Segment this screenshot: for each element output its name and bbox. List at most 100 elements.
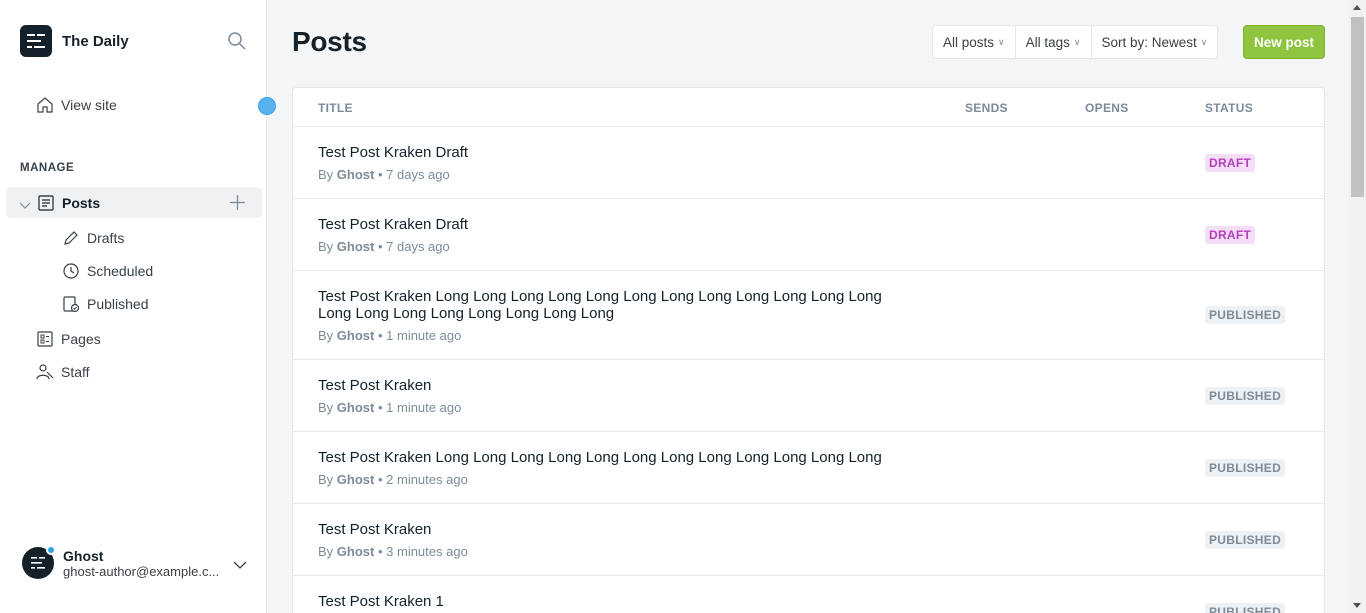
add-post-icon[interactable] <box>228 193 247 212</box>
post-title[interactable]: Test Post Kraken Long Long Long Long Lon… <box>318 288 918 322</box>
status-badge: PUBLISHED <box>1205 387 1286 405</box>
post-time: • 1 minute ago <box>377 328 462 343</box>
user-menu[interactable]: Ghost ghost-author@example.c... <box>22 545 223 579</box>
sidebar-item-pages[interactable]: Pages <box>36 330 101 348</box>
status-badge: DRAFT <box>1205 226 1256 244</box>
post-time: • 2 minutes ago <box>377 472 468 487</box>
post-meta: By Ghost • 1 minute ago <box>318 400 461 415</box>
by-label: By <box>318 544 334 559</box>
clock-icon <box>62 262 80 280</box>
table-row[interactable]: Test Post Kraken Draft By Ghost • 7 days… <box>293 199 1324 271</box>
post-author: Ghost <box>336 472 375 487</box>
table-row[interactable]: Test Post Kraken 1 PUBLISHED <box>293 576 1324 613</box>
table-row[interactable]: Test Post Kraken By Ghost • 3 minutes ag… <box>293 504 1324 576</box>
post-time: • 1 minute ago <box>377 400 462 415</box>
filter-type-dropdown[interactable]: All posts ∨ <box>933 26 1016 58</box>
post-author: Ghost <box>336 167 375 182</box>
page-title: Posts <box>292 26 367 57</box>
sidebar-item-posts-label: Posts <box>62 195 101 211</box>
status-badge: PUBLISHED <box>1205 603 1286 613</box>
post-author: Ghost <box>336 239 375 254</box>
chevron-down-icon: ∨ <box>998 36 1005 47</box>
filter-tags-dropdown[interactable]: All tags ∨ <box>1016 26 1092 58</box>
by-label: By <box>318 239 334 254</box>
page-scrollbar[interactable] <box>1349 0 1366 613</box>
avatar <box>22 545 56 579</box>
post-title[interactable]: Test Post Kraken <box>318 377 918 394</box>
chevron-down-icon: ∨ <box>1073 36 1081 47</box>
status-badge: DRAFT <box>1205 154 1256 172</box>
post-title[interactable]: Test Post Kraken <box>318 521 918 538</box>
pencil-icon <box>62 229 80 247</box>
post-meta: By Ghost • 7 days ago <box>318 167 450 182</box>
pages-icon <box>36 330 54 348</box>
column-title[interactable]: TITLE <box>318 101 353 115</box>
post-title[interactable]: Test Post Kraken 1 <box>318 593 918 610</box>
status-dot <box>46 545 56 555</box>
table-row[interactable]: Test Post Kraken Draft By Ghost • 7 days… <box>293 127 1324 199</box>
status-badge: PUBLISHED <box>1205 306 1286 324</box>
sidebar-item-posts[interactable]: Posts <box>37 194 100 212</box>
table-row[interactable]: Test Post Kraken Long Long Long Long Lon… <box>293 271 1324 360</box>
scroll-up-arrow-icon[interactable] <box>1353 5 1361 10</box>
column-status[interactable]: STATUS <box>1205 101 1253 115</box>
post-author: Ghost <box>336 328 375 343</box>
post-time: • 3 minutes ago <box>377 544 468 559</box>
post-meta: By Ghost • 2 minutes ago <box>318 472 468 487</box>
chevron-down-icon: ∨ <box>1200 36 1208 47</box>
by-label: By <box>318 328 334 343</box>
sidebar-item-drafts-label: Drafts <box>87 230 125 246</box>
published-icon <box>62 295 80 313</box>
status-badge: PUBLISHED <box>1205 531 1286 549</box>
post-meta: By Ghost • 1 minute ago <box>318 328 461 343</box>
by-label: By <box>318 472 334 487</box>
notification-dot[interactable] <box>258 97 276 115</box>
sidebar-item-published-label: Published <box>87 296 149 312</box>
manage-heading: MANAGE <box>20 162 75 174</box>
user-email: ghost-author@example.c... <box>63 563 220 579</box>
search-icon[interactable] <box>227 31 247 51</box>
table-row[interactable]: Test Post Kraken Long Long Long Long Lon… <box>293 432 1324 504</box>
brand-name: The Daily <box>62 32 129 50</box>
post-title[interactable]: Test Post Kraken Long Long Long Long Lon… <box>318 449 938 466</box>
posts-icon <box>37 194 55 212</box>
new-post-button[interactable]: New post <box>1243 25 1325 59</box>
filter-type-label: All posts <box>943 34 995 50</box>
sidebar-item-staff-label: Staff <box>61 364 90 380</box>
post-time: • 7 days ago <box>377 167 450 182</box>
sidebar-item-scheduled-label: Scheduled <box>87 263 154 279</box>
column-sends[interactable]: SENDS <box>965 101 1008 115</box>
view-site-link[interactable]: View site <box>36 96 117 114</box>
post-title[interactable]: Test Post Kraken Draft <box>318 144 918 161</box>
chevron-down-icon[interactable] <box>233 558 247 570</box>
by-label: By <box>318 400 334 415</box>
post-title[interactable]: Test Post Kraken Draft <box>318 216 918 233</box>
column-opens[interactable]: OPENS <box>1085 101 1129 115</box>
scroll-down-arrow-icon[interactable] <box>1353 603 1361 608</box>
post-time: • 7 days ago <box>377 239 450 254</box>
post-author: Ghost <box>336 400 375 415</box>
posts-table: TITLE SENDS OPENS STATUS Test Post Krake… <box>292 87 1325 613</box>
post-author: Ghost <box>336 544 375 559</box>
brand-logo-icon <box>20 25 52 57</box>
filter-tags-label: All tags <box>1025 34 1070 50</box>
sidebar-item-published[interactable]: Published <box>62 295 149 313</box>
sidebar-item-drafts[interactable]: Drafts <box>62 229 124 247</box>
sidebar: The Daily View site MANAGE Posts Drafts … <box>0 0 276 613</box>
post-meta: By Ghost • 7 days ago <box>318 239 450 254</box>
post-meta: By Ghost • 3 minutes ago <box>318 544 468 559</box>
chevron-down-icon[interactable] <box>19 198 31 209</box>
table-header: TITLE SENDS OPENS STATUS <box>293 88 1324 127</box>
view-site-label: View site <box>61 97 117 113</box>
sidebar-item-staff[interactable]: Staff <box>36 363 90 381</box>
sidebar-item-pages-label: Pages <box>61 331 101 347</box>
sort-dropdown[interactable]: Sort by: Newest ∨ <box>1092 26 1218 58</box>
scrollbar-thumb[interactable] <box>1351 17 1364 197</box>
brand[interactable]: The Daily <box>20 25 129 57</box>
by-label: By <box>318 167 334 182</box>
home-icon <box>36 96 54 114</box>
sort-label: Sort by: Newest <box>1101 34 1197 50</box>
sidebar-item-scheduled[interactable]: Scheduled <box>62 262 153 280</box>
table-row[interactable]: Test Post Kraken By Ghost • 1 minute ago… <box>293 360 1324 432</box>
status-badge: PUBLISHED <box>1205 459 1286 477</box>
